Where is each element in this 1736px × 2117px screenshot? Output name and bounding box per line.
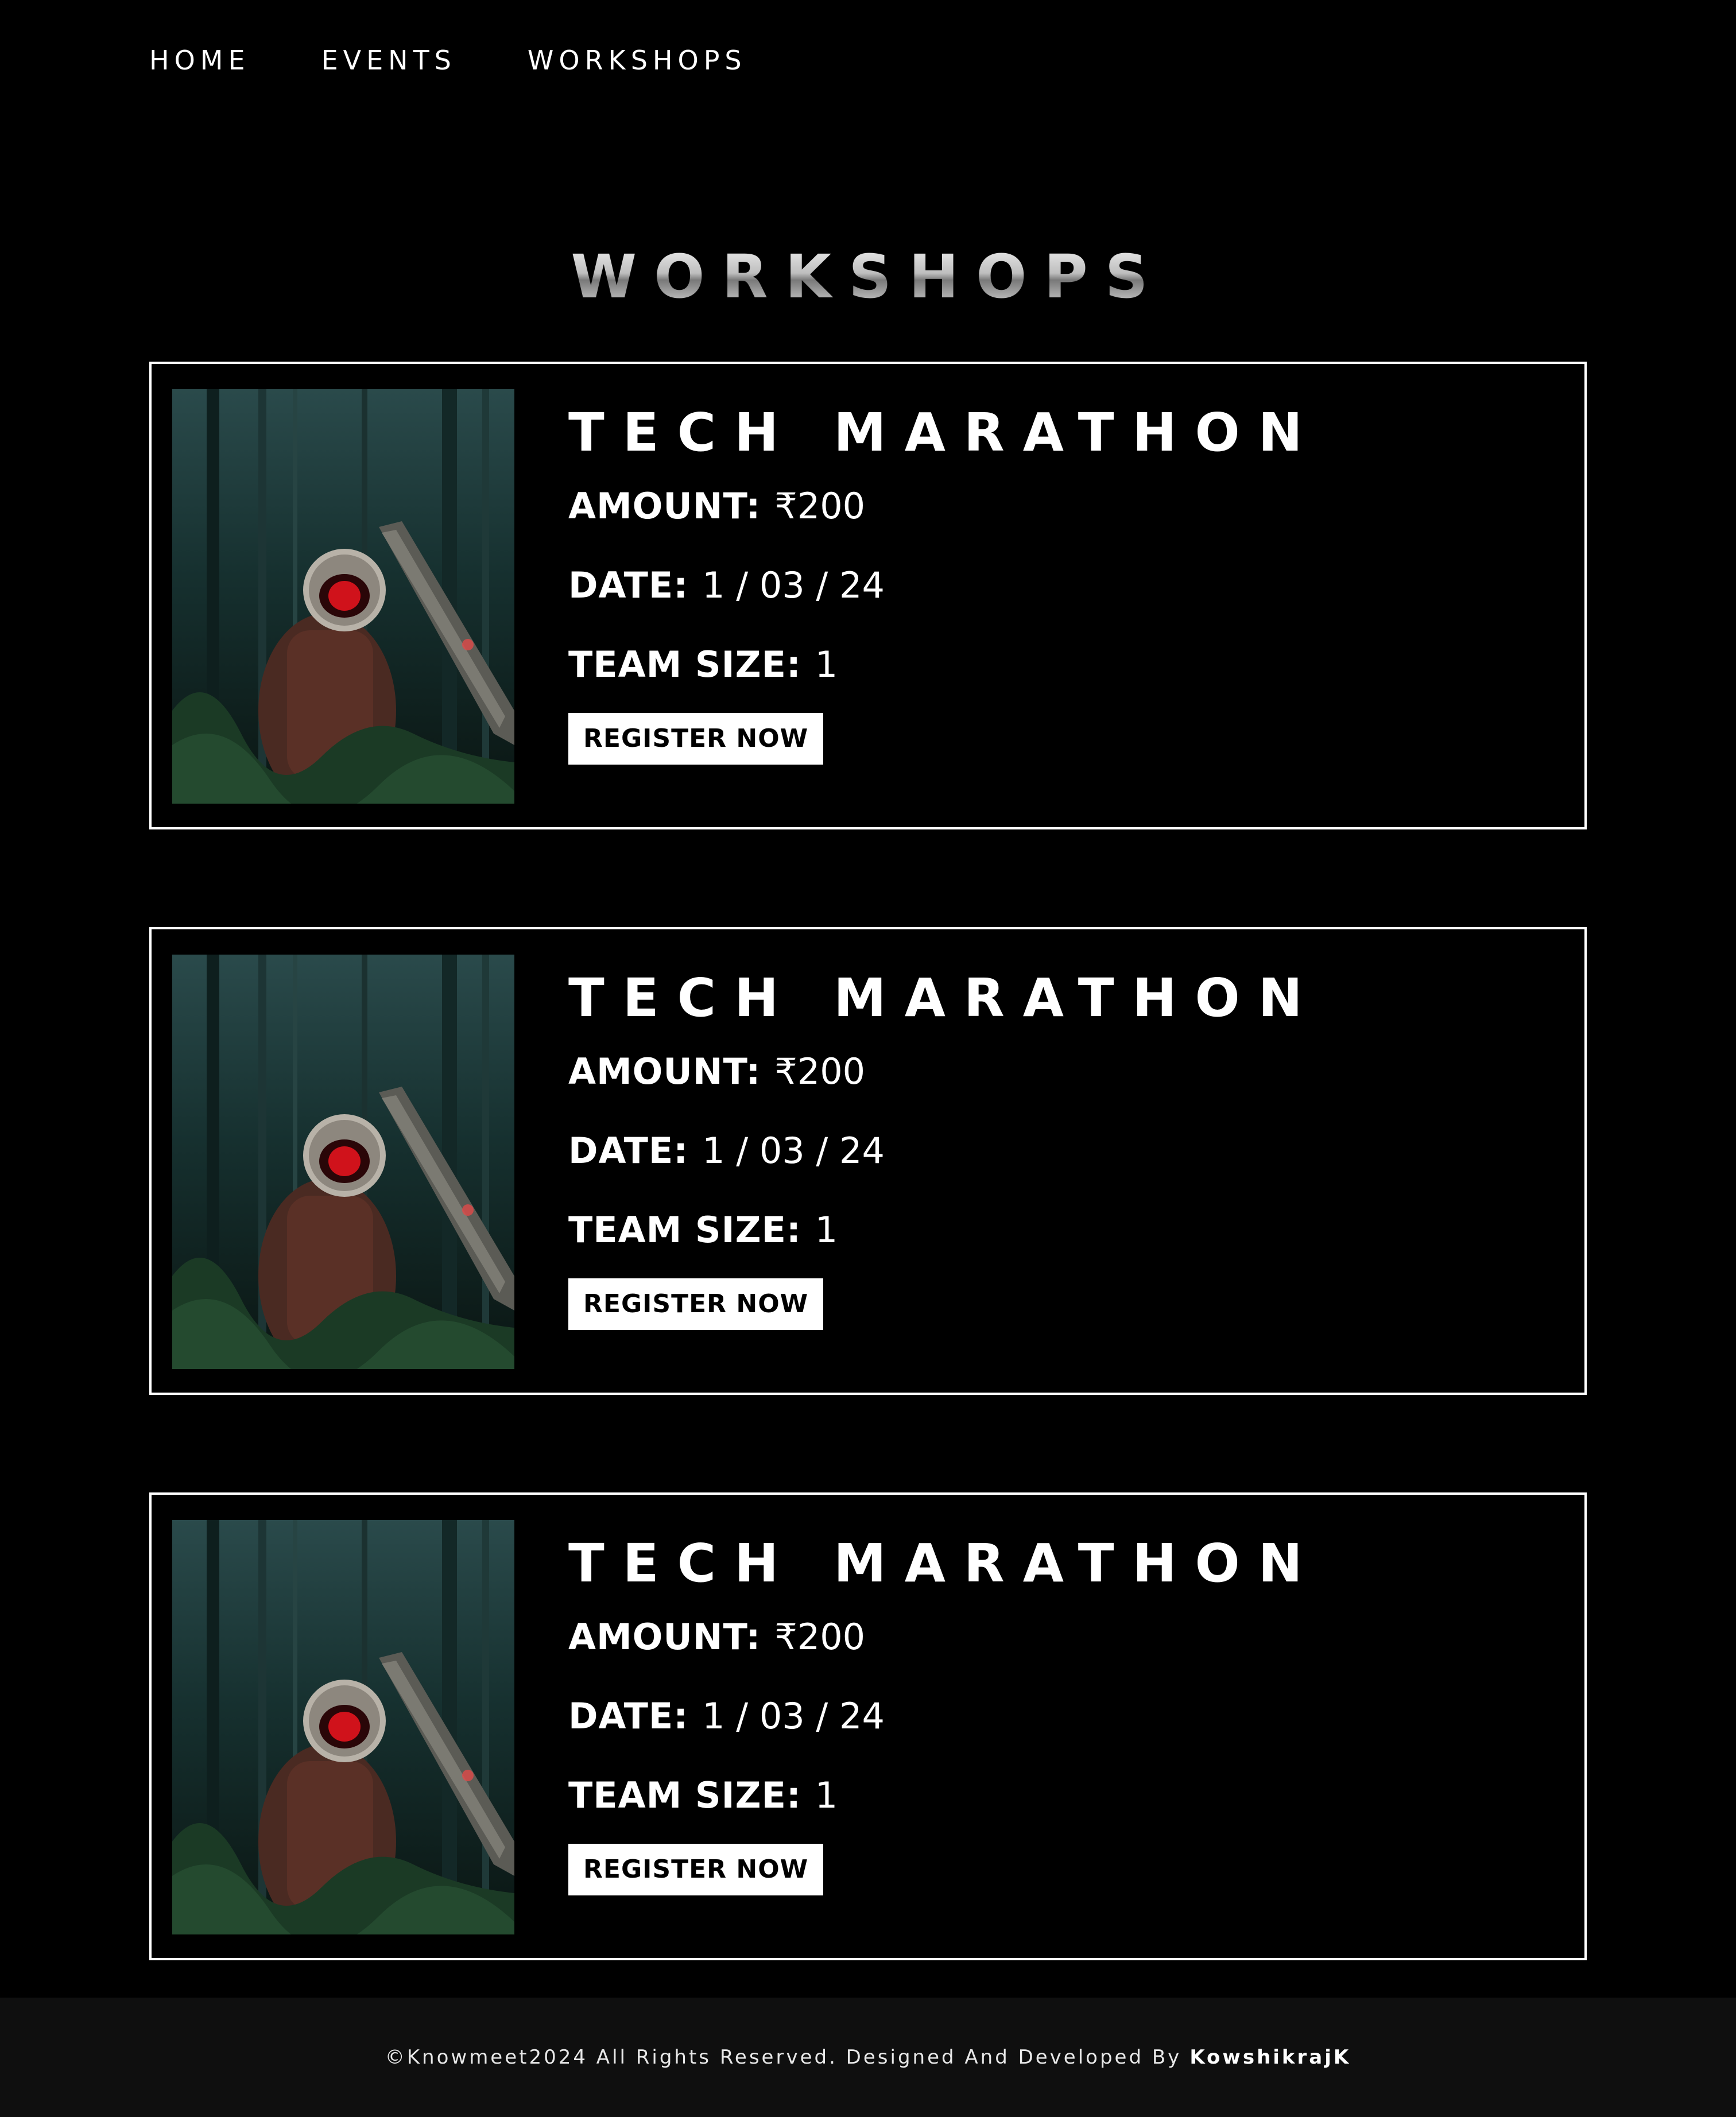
amount-row: AMOUNT: ₹200 xyxy=(568,484,1321,528)
amount-label: AMOUNT: xyxy=(568,1050,761,1092)
team-size-row: TEAM SIZE: 1 xyxy=(568,643,1321,687)
team-size-label: TEAM SIZE: xyxy=(568,643,801,685)
date-value: 1 / 03 / 24 xyxy=(702,1695,885,1737)
team-size-value: 1 xyxy=(815,643,838,685)
workshop-card: TECH MARATHON AMOUNT: ₹200 DATE: 1 / 03 / … xyxy=(149,1492,1587,1960)
amount-row: AMOUNT: ₹200 xyxy=(568,1050,1321,1094)
team-size-value: 1 xyxy=(815,1209,838,1251)
workshop-card: TECH MARATHON AMOUNT: ₹200 DATE: 1 / 03 / … xyxy=(149,362,1587,829)
nav-link-events[interactable]: EVENTS xyxy=(321,40,456,80)
workshop-details: TECH MARATHON AMOUNT: ₹200 DATE: 1 / 03 / … xyxy=(568,398,1321,765)
team-size-row: TEAM SIZE: 1 xyxy=(568,1774,1321,1817)
amount-value: ₹200 xyxy=(774,1616,866,1658)
amount-label: AMOUNT: xyxy=(568,485,761,527)
workshop-list: TECH MARATHON AMOUNT: ₹200 DATE: 1 / 03 / … xyxy=(149,362,1587,2058)
top-nav: HOME EVENTS WORKSHOPS xyxy=(149,40,747,80)
team-size-value: 1 xyxy=(815,1774,838,1816)
nav-link-home[interactable]: HOME xyxy=(149,40,250,80)
page-title: WORKSHOPS xyxy=(0,242,1736,311)
register-now-button[interactable]: REGISTER NOW xyxy=(568,1278,824,1330)
astronaut-in-forest-image xyxy=(172,955,514,1369)
team-size-label: TEAM SIZE: xyxy=(568,1774,801,1816)
amount-row: AMOUNT: ₹200 xyxy=(568,1615,1321,1659)
workshop-title: TECH MARATHON xyxy=(568,967,1321,1029)
footer-author: KowshikrajK xyxy=(1189,2046,1351,2069)
workshop-card: TECH MARATHON AMOUNT: ₹200 DATE: 1 / 03 / … xyxy=(149,927,1587,1395)
team-size-label: TEAM SIZE: xyxy=(568,1209,801,1251)
date-value: 1 / 03 / 24 xyxy=(702,564,885,606)
astronaut-in-forest-image xyxy=(172,389,514,804)
date-label: DATE: xyxy=(568,1130,689,1172)
date-row: DATE: 1 / 03 / 24 xyxy=(568,1695,1321,1738)
register-now-button[interactable]: REGISTER NOW xyxy=(568,713,824,765)
date-value: 1 / 03 / 24 xyxy=(702,1130,885,1172)
workshop-title: TECH MARATHON xyxy=(568,402,1321,463)
amount-value: ₹200 xyxy=(774,1050,866,1092)
team-size-row: TEAM SIZE: 1 xyxy=(568,1208,1321,1252)
workshop-details: TECH MARATHON AMOUNT: ₹200 DATE: 1 / 03 / … xyxy=(568,964,1321,1330)
workshop-title: TECH MARATHON xyxy=(568,1533,1321,1594)
date-label: DATE: xyxy=(568,1695,689,1737)
workshop-details: TECH MARATHON AMOUNT: ₹200 DATE: 1 / 03 / … xyxy=(568,1529,1321,1895)
astronaut-in-forest-image xyxy=(172,1520,514,1934)
nav-link-workshops[interactable]: WORKSHOPS xyxy=(528,40,747,80)
date-row: DATE: 1 / 03 / 24 xyxy=(568,564,1321,607)
footer: ©Knowmeet2024 All Rights Reserved. Desig… xyxy=(0,1998,1736,2117)
register-now-button[interactable]: REGISTER NOW xyxy=(568,1844,824,1895)
date-row: DATE: 1 / 03 / 24 xyxy=(568,1129,1321,1173)
date-label: DATE: xyxy=(568,564,689,606)
amount-value: ₹200 xyxy=(774,485,866,527)
footer-copyright: ©Knowmeet2024 All Rights Reserved. Desig… xyxy=(385,2046,1182,2069)
amount-label: AMOUNT: xyxy=(568,1616,761,1658)
